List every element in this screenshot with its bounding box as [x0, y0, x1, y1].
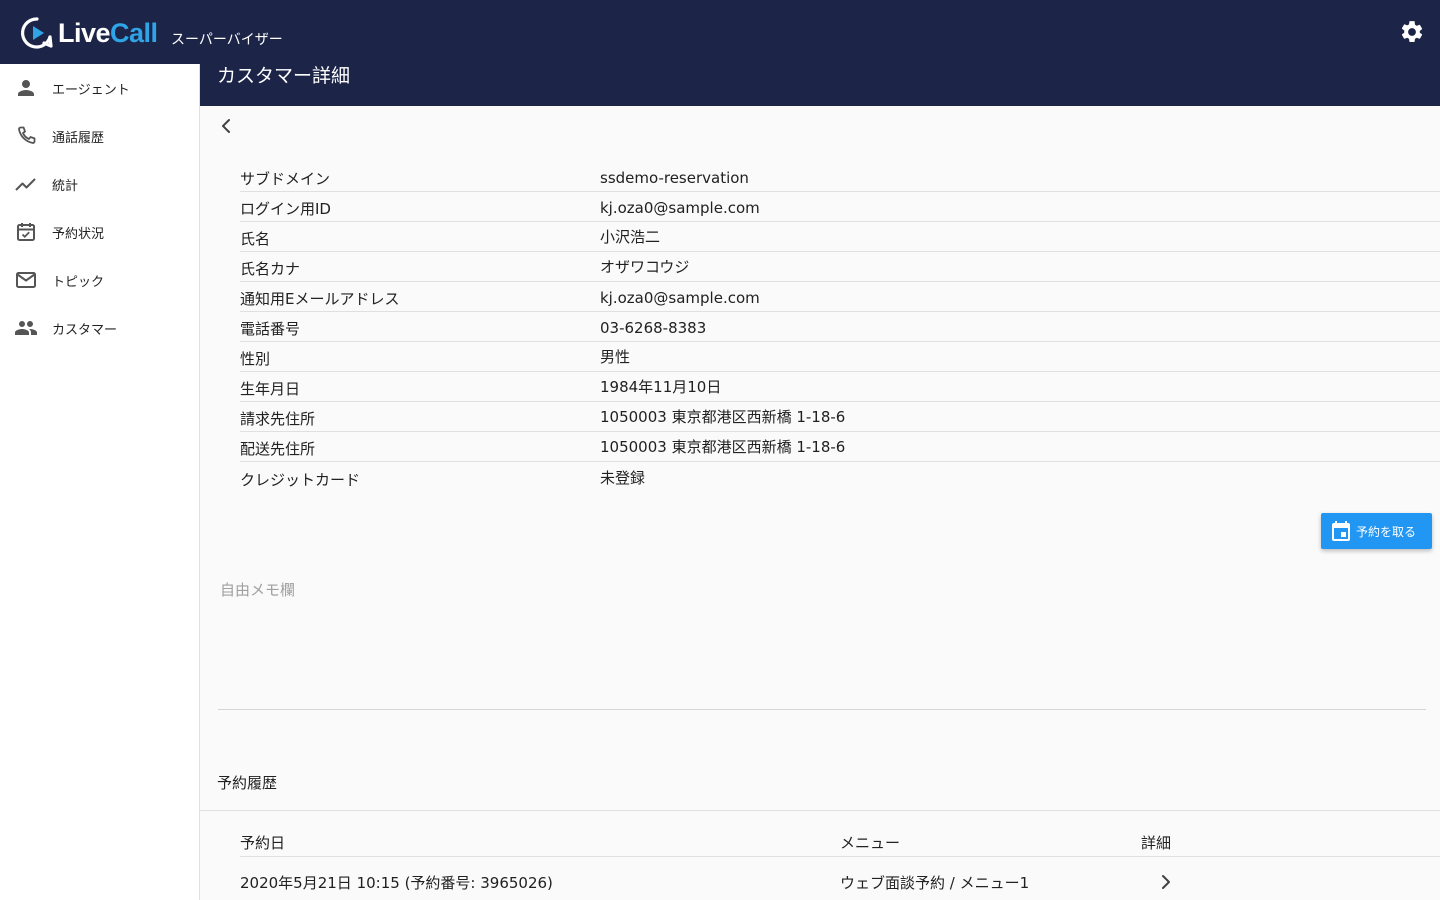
- logo-text-live: Live: [58, 17, 111, 48]
- detail-value: 1050003 東京都港区西新橋 1-18-6: [600, 408, 846, 426]
- sidebar-item-agents[interactable]: エージェント: [0, 64, 200, 112]
- back-chevron-icon[interactable]: [214, 114, 238, 138]
- detail-row-billing-address: 請求先住所 1050003 東京都港区西新橋 1-18-6: [240, 402, 1440, 432]
- detail-label: 生年月日: [240, 380, 301, 398]
- detail-label: 電話番号: [240, 320, 301, 338]
- detail-value: 小沢浩二: [600, 228, 661, 246]
- user-role-label: スーパーバイザー: [171, 32, 283, 48]
- detail-label: 氏名: [240, 230, 271, 248]
- history-date-cell: 2020年5月21日 10:15 (予約番号: 3965026): [240, 874, 553, 892]
- detail-row-phone: 電話番号 03-6268-8383: [240, 312, 1440, 342]
- detail-row-birthdate: 生年月日 1984年11月10日: [240, 372, 1440, 402]
- sidebar-item-topics[interactable]: トピック: [0, 256, 200, 304]
- gear-icon[interactable]: [1399, 19, 1425, 45]
- history-table-header: 予約日 メニュー 詳細: [240, 832, 1440, 857]
- detail-row-login-id: ログイン用ID kj.oza0@sample.com: [240, 192, 1440, 222]
- make-reservation-button[interactable]: 予約を取る: [1321, 513, 1432, 549]
- detail-value: 1050003 東京都港区西新橋 1-18-6: [600, 438, 846, 456]
- chevron-right-icon[interactable]: [1154, 870, 1178, 894]
- event-available-icon: [17, 223, 35, 241]
- people-icon: [15, 321, 37, 335]
- person-icon: [18, 80, 34, 96]
- detail-value: ssdemo-reservation: [600, 169, 749, 187]
- detail-label: 氏名カナ: [240, 260, 301, 278]
- detail-row-gender: 性別 男性: [240, 342, 1440, 372]
- detail-value: 未登録: [600, 469, 646, 487]
- app-header: Live Call スーパーバイザー カスタマー詳細: [0, 0, 1440, 106]
- detail-label: 通知用Eメールアドレス: [240, 290, 400, 308]
- detail-row-name: 氏名 小沢浩二: [240, 222, 1440, 252]
- detail-label: 配送先住所: [240, 440, 316, 458]
- section-divider: [200, 810, 1440, 811]
- column-header-date: 予約日: [240, 834, 286, 852]
- calendar-event-icon: [1332, 521, 1350, 541]
- sidebar-item-label: トピック: [52, 274, 105, 290]
- sidebar-item-customers[interactable]: カスタマー: [0, 304, 200, 352]
- detail-label: サブドメイン: [240, 170, 331, 188]
- column-header-detail: 詳細: [1141, 834, 1172, 852]
- column-header-menu: メニュー: [840, 834, 901, 852]
- sidebar-item-statistics[interactable]: 統計: [0, 160, 200, 208]
- detail-row-subdomain: サブドメイン ssdemo-reservation: [240, 162, 1440, 192]
- detail-value: kj.oza0@sample.com: [600, 199, 760, 217]
- sidebar-item-label: カスタマー: [52, 322, 118, 338]
- detail-label: 請求先住所: [240, 410, 316, 428]
- detail-row-shipping-address: 配送先住所 1050003 東京都港区西新橋 1-18-6: [240, 432, 1440, 462]
- sidebar-item-label: 通話履歴: [52, 130, 105, 146]
- detail-value: 男性: [600, 348, 631, 366]
- mail-icon: [16, 272, 36, 288]
- detail-row-credit-card: クレジットカード 未登録: [240, 462, 1440, 492]
- logo-play-icon: [21, 17, 53, 49]
- detail-row-name-kana: 氏名カナ オザワコウジ: [240, 252, 1440, 282]
- livecall-logo[interactable]: Live Call: [20, 15, 158, 51]
- free-memo-field[interactable]: [218, 570, 1426, 709]
- sidebar-item-label: 統計: [52, 178, 79, 194]
- sidebar-item-reservations[interactable]: 予約状況: [0, 208, 200, 256]
- phone-icon: [18, 126, 36, 144]
- sidebar: エージェント 通話履歴 統計 予約状況 トピック カスタマー: [0, 64, 200, 900]
- sidebar-item-label: 予約状況: [52, 226, 105, 242]
- detail-value: 1984年11月10日: [600, 378, 722, 396]
- detail-label: 性別: [240, 350, 271, 368]
- sidebar-item-call-history[interactable]: 通話履歴: [0, 112, 200, 160]
- detail-value: オザワコウジ: [600, 258, 690, 276]
- sidebar-item-label: エージェント: [52, 82, 130, 98]
- make-reservation-label: 予約を取る: [1356, 525, 1417, 539]
- memo-field-container: [218, 570, 1426, 710]
- table-row[interactable]: 2020年5月21日 10:15 (予約番号: 3965026) ウェブ面談予約…: [240, 868, 1440, 900]
- detail-value: kj.oza0@sample.com: [600, 289, 760, 307]
- detail-value: 03-6268-8383: [600, 319, 707, 337]
- logo-text-call: Call: [110, 17, 158, 48]
- detail-row-notify-email: 通知用Eメールアドレス kj.oza0@sample.com: [240, 282, 1440, 312]
- history-menu-cell: ウェブ面談予約 / メニュー1: [840, 874, 1030, 892]
- reservation-history-title: 予約履歴: [217, 774, 278, 792]
- detail-label: クレジットカード: [240, 471, 361, 489]
- page-title: カスタマー詳細: [217, 65, 351, 87]
- trending-up-icon: [15, 178, 36, 191]
- detail-label: ログイン用ID: [240, 200, 331, 218]
